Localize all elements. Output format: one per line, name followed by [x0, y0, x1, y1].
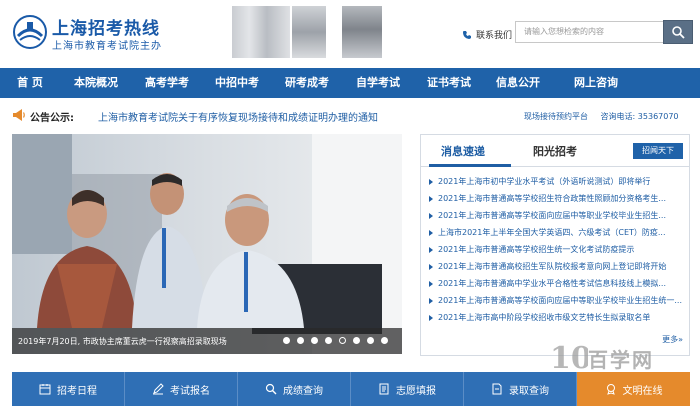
news-item[interactable]: 2021年上海市普通高等学校面向应届中等职业学校毕业生招生...	[429, 207, 687, 224]
logo-emblem-icon	[13, 15, 47, 49]
slider-dot[interactable]	[297, 337, 304, 344]
main-nav: 首 页 本院概况 高考学考 中招中考 研考成考 自学考试 证书考试 信息公开 网…	[0, 68, 700, 98]
news-item[interactable]: 2021年上海市普通高等学校面向应届中等职业学校毕业生招生统一...	[429, 292, 687, 309]
pencil-icon	[153, 383, 164, 395]
nav-item-about[interactable]: 本院概况	[60, 68, 132, 98]
slider-caption-bar: 2019年7月20日, 市政协主席董云虎一行视察高招录取现场	[12, 328, 402, 354]
notice-label: 公告公示:	[30, 113, 74, 124]
slider-dot[interactable]	[325, 337, 332, 344]
quick-links-bar: 招考日程 考试报名 成绩查询 志愿填报 录取查询 文明在线	[12, 372, 690, 406]
news-tabs: 消息速递 阳光招考 招闻天下	[421, 135, 689, 167]
active-tab-indicator	[429, 164, 511, 167]
quick-link-civility[interactable]: 文明在线	[577, 372, 690, 406]
logo-subtitle: 上海市教育考试院主办	[52, 41, 162, 52]
nav-item-graduate[interactable]: 研考成考	[272, 68, 342, 98]
phone-number: 35367070	[637, 112, 679, 121]
nav-item-certificate[interactable]: 证书考试	[414, 68, 484, 98]
tab-news-express[interactable]: 消息速递	[441, 143, 485, 159]
blurred-banner-image	[232, 6, 290, 58]
news-item[interactable]: 2021年上海市普通高校招生军队院校报考意向网上登记即将开始	[429, 258, 687, 275]
slider-photo	[12, 134, 402, 354]
nav-item-home[interactable]: 首 页	[0, 68, 60, 98]
nav-item-disclosure[interactable]: 信息公开	[484, 68, 552, 98]
notice-contact: 现场接待预约平台 咨询电话: 35367070	[524, 111, 679, 122]
bullet-icon	[429, 229, 433, 236]
document-icon	[492, 383, 502, 395]
blurred-banner-image	[292, 6, 326, 58]
phone-icon	[463, 30, 471, 39]
news-item[interactable]: 2021年上海市普通高等学校招生统一文化考试防疫提示	[429, 241, 687, 258]
nav-item-gaokao[interactable]: 高考学考	[132, 68, 202, 98]
site-logo[interactable]: 上海招考热线 上海市教育考试院主办	[12, 12, 192, 54]
news-item[interactable]: 2021年上海市高中阶段学校招收市级文艺特长生拟录取名单	[429, 309, 687, 326]
search-button[interactable]	[663, 20, 693, 44]
site-header: 上海招考热线 上海市教育考试院主办 联系我们 请输入您想检索的内容	[0, 0, 700, 66]
bullet-icon	[429, 246, 433, 253]
notice-bar: 公告公示: 上海市教育考试院关于有序恢复现场接待和成绩证明办理的通知 现场接待预…	[0, 104, 700, 128]
logo-title: 上海招考热线	[52, 19, 160, 39]
slider-dot[interactable]	[311, 337, 318, 344]
news-item[interactable]: 2021年上海市普通高等学校招生符合政策性照顾加分资格考生...	[429, 190, 687, 207]
contact-link[interactable]: 联系我们	[462, 28, 512, 41]
bullet-icon	[429, 280, 433, 287]
slider-dot[interactable]	[283, 337, 290, 344]
search-icon	[672, 26, 685, 39]
tab-sunshine[interactable]: 阳光招考	[533, 143, 577, 159]
bullet-icon	[429, 178, 433, 185]
news-item[interactable]: 2021年上海市普通高中学业水平合格性考试信息科技线上模拟...	[429, 275, 687, 292]
notice-link[interactable]: 上海市教育考试院关于有序恢复现场接待和成绩证明办理的通知	[98, 109, 378, 124]
watermark-text: 百学网	[588, 348, 654, 372]
phone-label: 咨询电话:	[600, 112, 636, 121]
badge-icon	[606, 384, 615, 395]
bullet-icon	[429, 297, 433, 304]
quick-link-schedule[interactable]: 招考日程	[12, 372, 125, 406]
slider-dot-active[interactable]	[339, 337, 346, 344]
svg-text:100: 100	[550, 341, 588, 376]
nav-item-consult[interactable]: 网上咨询	[552, 68, 640, 98]
blurred-banner-image	[342, 6, 382, 58]
bullet-icon	[429, 212, 433, 219]
news-panel: 消息速递 阳光招考 招闻天下 2021年上海市初中学业水平考试（外语听说测试）即…	[420, 134, 690, 356]
quick-link-registration[interactable]: 考试报名	[125, 372, 238, 406]
nav-item-zhongkao[interactable]: 中招中考	[202, 68, 272, 98]
contact-label: 联系我们	[476, 31, 513, 41]
news-item[interactable]: 上海市2021年上半年全国大学英语四、六级考试（CET）防疫...	[429, 224, 687, 241]
slider-dot[interactable]	[353, 337, 360, 344]
bullet-icon	[429, 263, 433, 270]
slider-caption: 2019年7月20日, 市政协主席董云虎一行视察高招录取现场	[18, 337, 227, 346]
megaphone-icon	[13, 109, 25, 121]
quick-link-scores[interactable]: 成绩查询	[238, 372, 351, 406]
quick-link-admission[interactable]: 录取查询	[464, 372, 577, 406]
form-icon	[379, 383, 389, 395]
bullet-icon	[429, 314, 433, 321]
bullet-icon	[429, 195, 433, 202]
nav-item-self-study[interactable]: 自学考试	[342, 68, 414, 98]
search-icon	[265, 383, 277, 395]
news-channel-button[interactable]: 招闻天下	[633, 143, 683, 159]
quick-link-application[interactable]: 志愿填报	[351, 372, 464, 406]
search-input[interactable]: 请输入您想检索的内容	[515, 21, 663, 43]
reservation-link[interactable]: 现场接待预约平台	[524, 112, 588, 121]
slider-dot[interactable]	[367, 337, 374, 344]
news-slider[interactable]: 2019年7月20日, 市政协主席董云虎一行视察高招录取现场	[12, 134, 402, 354]
slider-dots	[283, 337, 388, 344]
calendar-icon	[39, 384, 51, 395]
news-item[interactable]: 2021年上海市初中学业水平考试（外语听说测试）即将举行	[429, 173, 687, 190]
slider-dot[interactable]	[381, 337, 388, 344]
news-list: 2021年上海市初中学业水平考试（外语听说测试）即将举行 2021年上海市普通高…	[429, 173, 687, 326]
